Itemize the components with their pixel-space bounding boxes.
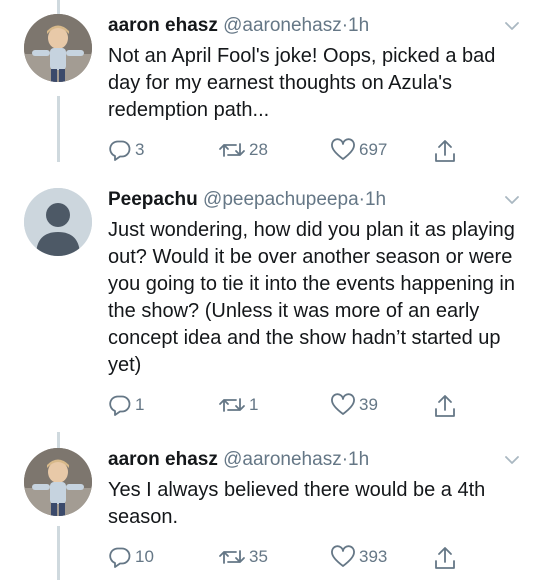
thread-line-lower xyxy=(57,432,60,448)
reply-count: 10 xyxy=(135,547,154,566)
share-button[interactable] xyxy=(433,393,457,419)
reply-count: 3 xyxy=(135,140,145,159)
tweet-header: aaron ehasz @aaronehasz·1h xyxy=(108,14,520,38)
retweet-button[interactable]: 35 xyxy=(218,545,268,569)
chevron-down-icon[interactable] xyxy=(504,18,520,34)
avatar-peepachu[interactable] xyxy=(24,188,92,256)
heart-icon xyxy=(331,545,355,567)
tweet-header: Peepachu @peepachupeepa·1h xyxy=(108,188,520,212)
user-handle[interactable]: @aaronehasz xyxy=(223,15,342,36)
share-icon xyxy=(435,140,455,162)
heart-icon xyxy=(331,138,355,160)
retweet-count: 28 xyxy=(249,140,268,159)
tweet-text: Yes I always believed there would be a 4… xyxy=(108,479,486,528)
share-icon xyxy=(435,395,455,417)
user-handle[interactable]: @aaronehasz xyxy=(223,449,342,470)
reply-count: 1 xyxy=(135,395,145,414)
tweet-text: Not an April Fool's joke! Oops, picked a… xyxy=(108,45,496,121)
tweet-header: aaron ehasz @aaronehasz·1h xyxy=(108,448,520,472)
display-name[interactable]: aaron ehasz xyxy=(108,15,218,36)
child-photo-icon xyxy=(24,14,92,82)
tweet-actions: 1 1 39 xyxy=(108,393,520,419)
reply-icon xyxy=(109,140,131,161)
display-name[interactable]: Peepachu xyxy=(108,189,198,210)
like-count: 39 xyxy=(359,395,378,414)
thread-line-bottom xyxy=(57,526,60,580)
retweet-button[interactable]: 28 xyxy=(218,138,268,162)
retweet-icon xyxy=(219,143,245,157)
retweet-count: 35 xyxy=(249,547,268,566)
reply-icon xyxy=(109,547,131,568)
tweet-actions: 3 28 697 xyxy=(108,138,520,164)
display-name[interactable]: aaron ehasz xyxy=(108,449,218,470)
reply-icon xyxy=(109,395,131,416)
tweet-text: Just wondering, how did you plan it as p… xyxy=(108,219,515,376)
timestamp[interactable]: 1h xyxy=(348,15,369,36)
chevron-down-icon[interactable] xyxy=(504,192,520,208)
user-handle[interactable]: @peepachupeepa xyxy=(203,189,359,210)
retweet-icon xyxy=(219,398,245,412)
default-profile-icon xyxy=(24,188,92,256)
like-button[interactable]: 39 xyxy=(330,393,378,417)
retweet-button[interactable]: 1 xyxy=(218,393,258,417)
retweet-count: 1 xyxy=(249,395,259,414)
like-button[interactable]: 697 xyxy=(330,138,387,162)
thread-line-middle xyxy=(57,96,60,162)
tweet-actions: 10 35 393 xyxy=(108,545,520,571)
share-button[interactable] xyxy=(433,545,457,571)
avatar-aaron-ehasz[interactable] xyxy=(24,14,92,82)
heart-icon xyxy=(331,393,355,415)
reply-button[interactable]: 1 xyxy=(108,393,144,417)
timestamp[interactable]: 1h xyxy=(348,449,369,470)
child-photo-icon xyxy=(24,448,92,516)
chevron-down-icon[interactable] xyxy=(504,452,520,468)
like-count: 697 xyxy=(359,140,388,159)
timestamp[interactable]: 1h xyxy=(365,189,386,210)
like-count: 393 xyxy=(359,547,388,566)
reply-button[interactable]: 10 xyxy=(108,545,154,569)
share-button[interactable] xyxy=(433,138,457,164)
reply-button[interactable]: 3 xyxy=(108,138,144,162)
share-icon xyxy=(435,547,455,569)
like-button[interactable]: 393 xyxy=(330,545,387,569)
avatar-aaron-ehasz[interactable] xyxy=(24,448,92,516)
retweet-icon xyxy=(219,550,245,564)
thread-line-top xyxy=(57,0,60,14)
